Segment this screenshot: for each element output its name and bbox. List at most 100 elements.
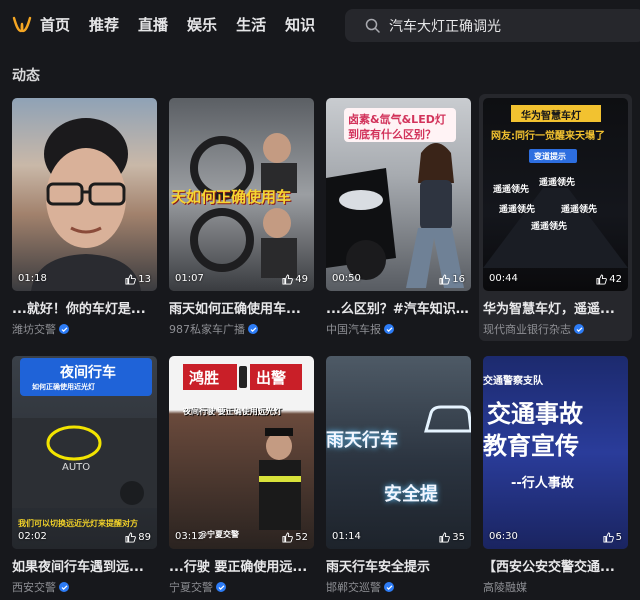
video-title[interactable]: ...么区别？#汽车知识 ... xyxy=(326,298,471,317)
video-thumbnail[interactable]: 雨天行车 安全提 01:14 35 xyxy=(326,356,471,549)
nav-home[interactable]: 首页 xyxy=(40,15,70,35)
verified-icon xyxy=(216,582,226,592)
overlay-caption: 如何正确使用近光灯 xyxy=(32,383,95,391)
video-author[interactable]: 潍坊交警 xyxy=(12,321,157,337)
overlay-caption: 我们可以切换远近光灯来提醒对方 xyxy=(18,519,138,528)
video-card[interactable]: 夜间行车 如何正确使用近光灯 AUTO 我们可以切换远近光灯来提醒对方 02:0… xyxy=(12,356,157,595)
video-card[interactable]: 卤素&氙气&LED灯 到底有什么区别？ 00:50 16 ...么区别？#汽车知… xyxy=(326,98,471,337)
video-author[interactable]: 高陵融媒 xyxy=(483,579,628,595)
video-title[interactable]: 华为智慧车灯，遥遥... xyxy=(483,298,628,317)
light-switch-image: AUTO xyxy=(12,418,157,508)
author-name[interactable]: 987私家车广播 xyxy=(169,321,245,337)
verified-icon xyxy=(248,324,258,334)
author-name[interactable]: 宁夏交警 xyxy=(169,579,213,595)
overlay-caption: 出警 xyxy=(256,369,287,387)
overlay-caption: 安全提 xyxy=(384,484,438,505)
video-title[interactable]: 【西安公安交警交通... xyxy=(483,556,628,575)
author-name[interactable]: 现代商业银行杂志 xyxy=(483,321,571,337)
like-count: 42 xyxy=(596,274,622,285)
app-logo-icon[interactable] xyxy=(12,15,32,35)
video-author[interactable]: 西安交警 xyxy=(12,579,157,595)
verified-icon xyxy=(574,324,584,334)
video-thumbnail[interactable]: 01:18 13 xyxy=(12,98,157,291)
author-name[interactable]: 潍坊交警 xyxy=(12,321,56,337)
like-count: 5 xyxy=(603,532,622,543)
section-title: 动态 xyxy=(12,68,40,84)
overlay-caption: 天如何正确使用车 xyxy=(171,188,292,206)
like-count: 89 xyxy=(125,532,151,543)
video-duration: 02:02 xyxy=(18,531,47,542)
overlay-caption: 鸿胜 xyxy=(189,369,220,387)
author-name[interactable]: 高陵融媒 xyxy=(483,579,527,595)
video-title[interactable]: 雨天行车安全提示 xyxy=(326,556,471,575)
nav-life[interactable]: 生活 xyxy=(236,15,266,35)
thumbs-up-icon xyxy=(603,532,614,543)
overlay-caption: 交通警察支队 xyxy=(483,376,543,387)
search-icon[interactable] xyxy=(365,18,380,33)
video-title[interactable]: ...就好！你的车灯是... xyxy=(12,298,157,317)
overlay-caption: 遥遥领先 xyxy=(531,222,568,232)
overlay-caption: 夜间行车 xyxy=(60,365,116,381)
overlay-caption: 夜间行驶 要正确使用远光灯 xyxy=(183,407,282,416)
thumbs-up-icon xyxy=(125,532,137,543)
video-duration: 01:14 xyxy=(332,531,361,542)
overlay-caption: 交通事故 xyxy=(487,400,583,428)
video-thumbnail[interactable]: 天如何正确使用车 01:07 49 xyxy=(169,98,314,291)
video-card[interactable]: 华为智慧车灯 网友:同行一觉醒来天塌了 变道提示 遥遥领先 遥遥领先 遥遥领先 … xyxy=(479,94,632,341)
like-count: 49 xyxy=(282,274,308,285)
video-author[interactable]: 宁夏交警 xyxy=(169,579,314,595)
like-count: 35 xyxy=(439,532,465,543)
video-author[interactable]: 现代商业银行杂志 xyxy=(483,321,628,337)
overlay-caption: 变道提示 xyxy=(534,152,566,161)
video-title[interactable]: 如果夜间行车遇到远... xyxy=(12,556,157,575)
video-thumbnail[interactable]: 华为智慧车灯 网友:同行一觉醒来天塌了 变道提示 遥遥领先 遥遥领先 遥遥领先 … xyxy=(483,98,628,291)
like-count: 13 xyxy=(125,274,151,285)
video-title[interactable]: 雨天如何正确使用车... xyxy=(169,298,314,317)
overlay-caption: 到底有什么区别？ xyxy=(348,128,436,141)
author-name[interactable]: 西安交警 xyxy=(12,579,56,595)
svg-text:AUTO: AUTO xyxy=(62,462,90,473)
like-count-value: 5 xyxy=(615,532,622,543)
nav-knowledge[interactable]: 知识 xyxy=(285,15,315,35)
video-author[interactable]: 中国汽车报 xyxy=(326,321,471,337)
video-thumbnail[interactable]: 交通警察支队 交通事故 教育宣传 --行人事故 06:30 5 xyxy=(483,356,628,549)
video-thumbnail[interactable]: 鸿胜 出警 夜间行驶 要正确使用远光灯 @宁夏交警 03:12 52 xyxy=(169,356,314,549)
car-icon xyxy=(424,405,471,433)
car-and-person-image xyxy=(326,143,464,288)
nav-live[interactable]: 直播 xyxy=(138,15,168,35)
verified-icon xyxy=(59,582,69,592)
author-name[interactable]: 邯郸交巡警 xyxy=(326,579,381,595)
like-count-value: 16 xyxy=(452,274,465,285)
search-box[interactable] xyxy=(345,9,640,42)
nav-recommend[interactable]: 推荐 xyxy=(89,15,119,35)
video-author[interactable]: 邯郸交巡警 xyxy=(326,579,471,595)
video-duration: 01:07 xyxy=(175,273,204,284)
video-title[interactable]: ...行驶 要正确使用远... xyxy=(169,556,314,575)
overlay-caption: 网友:同行一觉醒来天塌了 xyxy=(491,131,605,142)
author-name[interactable]: 中国汽车报 xyxy=(326,321,381,337)
search-input[interactable] xyxy=(389,9,629,42)
like-count: 16 xyxy=(439,274,465,285)
overlay-caption: 遥遥领先 xyxy=(499,205,536,215)
verified-icon xyxy=(384,582,394,592)
overlay-caption: 雨天行车 xyxy=(326,430,398,451)
like-count-value: 13 xyxy=(138,274,151,285)
like-count-value: 42 xyxy=(609,274,622,285)
video-author[interactable]: 987私家车广播 xyxy=(169,321,314,337)
overlay-caption: 遥遥领先 xyxy=(539,178,576,188)
video-thumbnail[interactable]: 卤素&氙气&LED灯 到底有什么区别？ 00:50 16 xyxy=(326,98,471,291)
nav-entertainment[interactable]: 娱乐 xyxy=(187,15,217,35)
video-duration: 01:18 xyxy=(18,273,47,284)
person-figure xyxy=(31,118,141,291)
video-duration: 00:50 xyxy=(332,273,361,284)
video-card[interactable]: 天如何正确使用车 01:07 49 雨天如何正确使用车... 987私家车广播 xyxy=(169,98,314,337)
overlay-caption: @宁夏交警 xyxy=(199,530,239,539)
verified-icon xyxy=(59,324,69,334)
overlay-caption: 教育宣传 xyxy=(483,432,579,460)
video-card[interactable]: 交通警察支队 交通事故 教育宣传 --行人事故 06:30 5 【西安公安交警交… xyxy=(483,356,628,595)
like-count: 52 xyxy=(282,532,308,543)
video-card[interactable]: 鸿胜 出警 夜间行驶 要正确使用远光灯 @宁夏交警 03:12 52 ...行驶… xyxy=(169,356,314,595)
video-card[interactable]: 雨天行车 安全提 01:14 35 雨天行车安全提示 邯郸交巡警 xyxy=(326,356,471,595)
video-card[interactable]: 01:18 13 ...就好！你的车灯是... 潍坊交警 xyxy=(12,98,157,337)
video-thumbnail[interactable]: 夜间行车 如何正确使用近光灯 AUTO 我们可以切换远近光灯来提醒对方 02:0… xyxy=(12,356,157,549)
